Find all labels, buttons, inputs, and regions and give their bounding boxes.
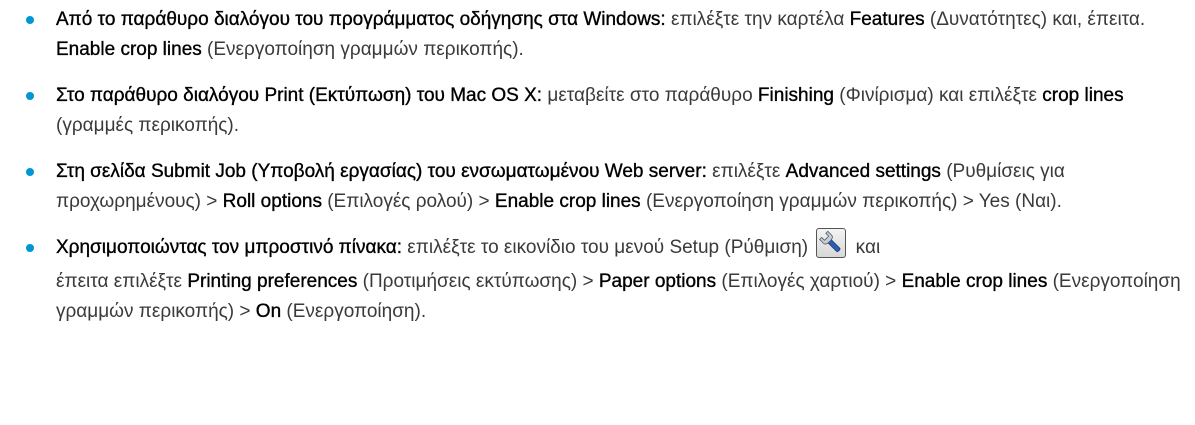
item-lead: Από το παράθυρο διαλόγου του προγράμματο… xyxy=(56,9,666,30)
item-text: (Φινίρισμα) και επιλέξτε xyxy=(833,85,1043,106)
bullet xyxy=(26,92,34,100)
ui-term: Roll options xyxy=(222,191,322,212)
list-item-embedded-web-server: Στη σελίδα Submit Job (Υποβολή εργασίας)… xyxy=(0,157,1195,217)
item-lead: Χρησιμοποιώντας τον μπροστινό πίνακα: xyxy=(56,237,403,258)
ui-term: Enable crop lines xyxy=(56,39,202,60)
item-text: (Ενεργοποίηση). xyxy=(281,301,427,322)
item-text: (Ενεργοποίηση γραμμών περικοπής). xyxy=(201,39,524,60)
item-continuation: έπειτα επιλέξτε Printing preferences (Πρ… xyxy=(56,267,1187,327)
ui-term: crop lines xyxy=(1042,85,1124,106)
bullet xyxy=(26,168,34,176)
ui-term: Features xyxy=(849,9,925,30)
ui-term: Finishing xyxy=(757,85,834,106)
item-text: (Επιλογές χαρτιού) > xyxy=(716,271,902,292)
item-lead: Στη σελίδα Submit Job (Υποβολή εργασίας)… xyxy=(56,161,707,182)
item-text: (Επιλογές ρολού) > xyxy=(321,191,495,212)
item-text: μεταβείτε στο παράθυρο xyxy=(542,85,758,106)
item-text: και xyxy=(850,237,881,258)
ui-term: Enable crop lines xyxy=(494,191,641,212)
bullet xyxy=(26,16,34,24)
item-text: (Ενεργοποίηση γραμμών περικοπής) > Yes (… xyxy=(640,191,1062,212)
item-text: έπειτα επιλέξτε xyxy=(56,271,188,292)
item-text: επιλέξτε xyxy=(706,161,786,182)
instruction-list: Από το παράθυρο διαλόγου του προγράμματο… xyxy=(0,0,1195,343)
item-text: επιλέξτε το εικονίδιο του μενού Setup (Ρ… xyxy=(402,237,814,258)
item-text: (Δυνατότητες) και, έπειτα. xyxy=(924,9,1146,30)
bullet xyxy=(26,244,34,252)
ui-term: Enable crop lines xyxy=(901,271,1048,292)
ui-term: Advanced settings xyxy=(785,161,941,182)
wrench-icon xyxy=(816,227,847,258)
ui-term: Printing preferences xyxy=(187,271,358,292)
item-lead: Στο παράθυρο διαλόγου Print (Εκτύπωση) τ… xyxy=(56,85,543,106)
item-text: (γραμμές περικοπής). xyxy=(56,115,240,136)
ui-term: Paper options xyxy=(598,271,717,292)
item-text: (Προτιμήσεις εκτύπωσης) > xyxy=(357,271,599,292)
list-item-mac-print-dialog: Στο παράθυρο διαλόγου Print (Εκτύπωση) τ… xyxy=(0,81,1195,141)
list-item-front-panel: Χρησιμοποιώντας τον μπροστινό πίνακα: επ… xyxy=(0,227,1195,327)
item-text: επιλέξτε την καρτέλα xyxy=(665,9,850,30)
list-item-windows-driver: Από το παράθυρο διαλόγου του προγράμματο… xyxy=(0,5,1195,65)
ui-term: On xyxy=(255,301,282,322)
